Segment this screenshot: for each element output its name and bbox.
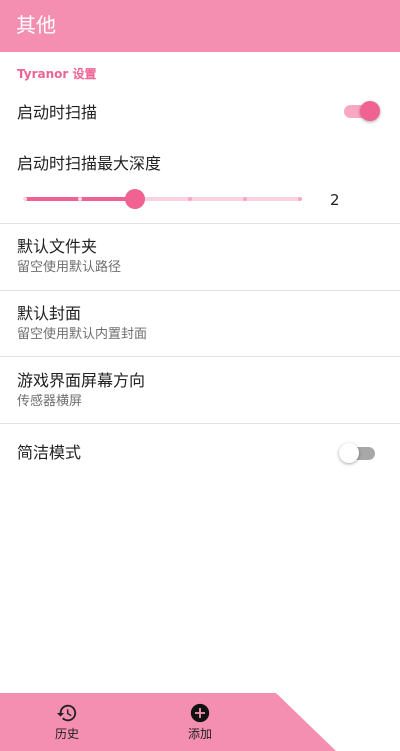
simple-mode-switch[interactable] [339, 441, 379, 465]
slider-tick [243, 197, 247, 201]
pref-default-cover-summary: 留空使用默认内置封面 [17, 327, 148, 342]
slider-tick [23, 197, 27, 201]
app-bar: 其他 [0, 0, 400, 52]
scan-on-start-switch[interactable] [342, 99, 382, 123]
nav-label-add: 添加 [187, 727, 212, 741]
pref-simple-mode-title: 简洁模式 [17, 443, 82, 462]
add-circle-icon [190, 703, 210, 723]
slider-tick [298, 197, 302, 201]
pref-default-folder-title: 默认文件夹 [17, 237, 98, 256]
divider [0, 290, 400, 291]
pref-default-folder-summary: 留空使用默认路径 [17, 260, 122, 275]
scan-depth-value: 2 [330, 191, 340, 209]
pref-default-cover-title: 默认封面 [17, 304, 82, 323]
page-title: 其他 [16, 13, 56, 37]
section-header: Tyranor 设置 [17, 67, 97, 81]
slider-tick [188, 197, 192, 201]
divider [0, 423, 400, 424]
divider [0, 223, 400, 224]
pref-scan-depth-title: 启动时扫描最大深度 [17, 154, 162, 173]
nav-item-add[interactable]: 添加 [160, 693, 240, 751]
pref-orientation-title: 游戏界面屏幕方向 [17, 371, 146, 390]
switch-thumb [360, 101, 380, 121]
divider [0, 356, 400, 357]
bottom-nav-bar: 历史 添加 [0, 693, 400, 751]
nav-item-history[interactable]: 历史 [27, 693, 107, 751]
switch-thumb [339, 443, 359, 463]
pref-scan-on-start-title: 启动时扫描 [17, 103, 98, 122]
pref-orientation-summary: 传感器横屏 [17, 394, 83, 409]
scan-depth-slider[interactable] [23, 187, 302, 211]
history-icon [56, 704, 77, 722]
slider-thumb[interactable] [125, 189, 145, 209]
nav-label-history: 历史 [54, 727, 79, 741]
slider-tick [78, 197, 82, 201]
